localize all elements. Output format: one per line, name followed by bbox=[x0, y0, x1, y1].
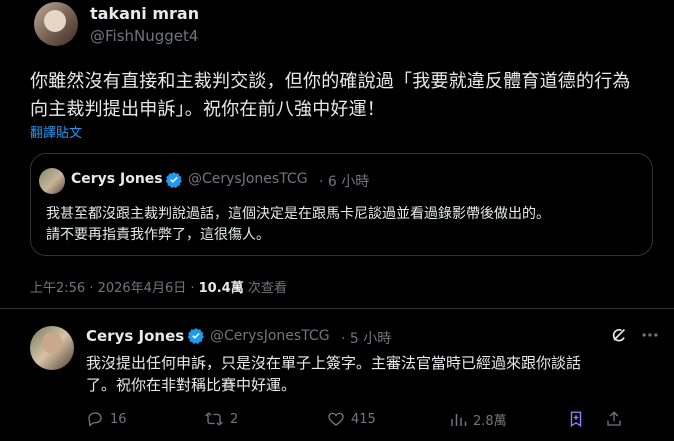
reply-author-handle[interactable]: @CerysJonesTCG bbox=[210, 328, 330, 344]
reply-text-line-2: 了。祝你在非對稱比賽中好運。 bbox=[86, 376, 297, 394]
heart-icon bbox=[328, 412, 344, 426]
quoted-text-line-1: 我甚至都沒跟主裁判說過話，這個決定是在跟馬卡尼談過並看過錄影帶後做出的。 bbox=[46, 206, 550, 222]
share-icon bbox=[607, 411, 621, 426]
reply-icon bbox=[88, 412, 102, 427]
share-action[interactable] bbox=[605, 410, 623, 428]
quoted-post-time: · 6 小時 bbox=[319, 174, 370, 190]
reply-action[interactable]: 16 bbox=[86, 410, 127, 428]
divider bbox=[0, 308, 674, 309]
author-avatar[interactable] bbox=[34, 2, 78, 46]
analytics-icon bbox=[451, 413, 467, 426]
views-action[interactable]: 2.8萬 bbox=[449, 410, 507, 429]
post-text-line-1: 你雖然沒有直接和主裁判交談，但你的確說過「我要就違反體育道德的行為 bbox=[30, 71, 631, 92]
grok-icon[interactable] bbox=[609, 325, 629, 349]
reply-count: 16 bbox=[110, 411, 127, 427]
quoted-author-name: Cerys Jones bbox=[71, 171, 163, 187]
bookmark-icon bbox=[570, 411, 582, 428]
post-text-line-2: 向主裁判提出申訴」。祝你在前八強中好運！ bbox=[30, 99, 385, 120]
views-count: 10.4萬 bbox=[198, 281, 244, 296]
reply-author-name[interactable]: Cerys Jones bbox=[86, 327, 184, 345]
quoted-post-card[interactable]: Cerys Jones @CerysJonesTCG · 6 小時 我甚至都沒跟… bbox=[30, 153, 653, 256]
verified-badge-icon bbox=[165, 171, 183, 193]
reply-author-avatar[interactable] bbox=[30, 326, 74, 370]
verified-badge-icon bbox=[187, 327, 205, 349]
translate-post-link[interactable]: 翻譯貼文 bbox=[30, 122, 82, 141]
quoted-author-avatar bbox=[39, 168, 65, 194]
post-meta: 上午2:56 · 2026年4月6日 · 10.4萬 次查看 bbox=[30, 277, 287, 296]
quoted-author-handle: @CerysJonesTCG bbox=[188, 171, 308, 187]
views-label: 次查看 bbox=[247, 281, 287, 296]
reply-text-line-1: 我沒提出任何申訴，只是沒在單子上簽字。主審法官當時已經過來跟你談話 bbox=[86, 354, 582, 372]
post-timestamp[interactable]: 上午2:56 · 2026年4月6日 · bbox=[30, 281, 194, 296]
like-action[interactable]: 415 bbox=[327, 410, 376, 428]
bookmark-action[interactable] bbox=[567, 410, 585, 428]
author-handle[interactable]: @FishNugget4 bbox=[90, 27, 198, 45]
author-display-name[interactable]: takani mran bbox=[90, 4, 199, 23]
repost-count: 2 bbox=[230, 411, 239, 427]
repost-action[interactable]: 2 bbox=[204, 410, 238, 428]
views-count-reply: 2.8萬 bbox=[473, 414, 507, 429]
quoted-text-line-2: 請不要再指責我作弊了，這很傷人。 bbox=[46, 227, 270, 243]
repost-icon bbox=[204, 412, 224, 426]
reply-time[interactable]: · 5 小時 bbox=[341, 328, 391, 348]
more-options-icon[interactable] bbox=[640, 325, 660, 349]
like-count: 415 bbox=[351, 411, 376, 427]
